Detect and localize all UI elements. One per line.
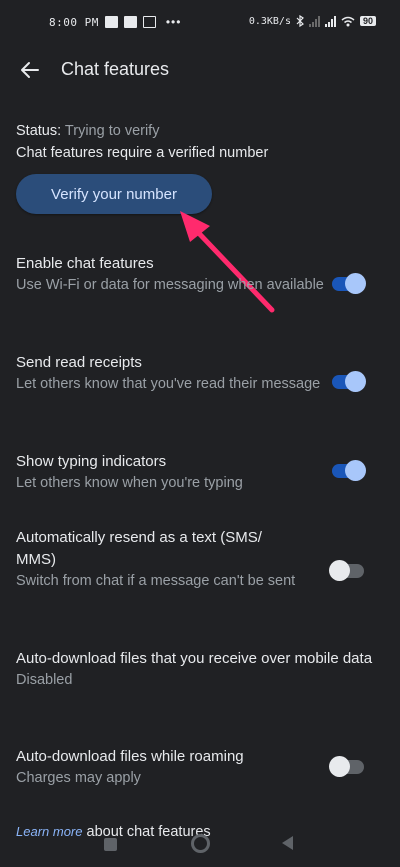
battery-icon: 90 (359, 16, 376, 26)
wifi-icon (341, 16, 355, 26)
setting-subtitle: Let others know when you're typing (16, 475, 243, 491)
setting-show-typing-indicators[interactable]: Show typing indicators Let others know w… (16, 451, 384, 494)
enable-chat-features-toggle[interactable] (332, 273, 366, 294)
signal-icon (324, 15, 336, 27)
auto-resend-toggle[interactable] (329, 560, 364, 581)
clock: 8:00 PM (49, 15, 99, 29)
setting-title: Show typing indicators (16, 453, 167, 470)
typing-indicators-toggle[interactable] (332, 460, 366, 481)
system-nav-bar (0, 830, 400, 867)
setting-subtitle: Charges may apply (16, 770, 141, 786)
back-nav-icon[interactable] (282, 836, 293, 850)
app-bar: Chat features (0, 50, 400, 90)
auto-download-roaming-toggle[interactable] (329, 756, 364, 777)
status-label: Status: (16, 123, 62, 139)
signal-icon (308, 15, 320, 27)
status-value: Trying to verify (64, 123, 160, 139)
setting-subtitle: Let others know that you've read their m… (16, 376, 321, 392)
network-speed: 0.3KB/s (248, 15, 291, 27)
notification-icon (104, 16, 118, 28)
bluetooth-icon (296, 15, 304, 27)
arrow-back-icon[interactable] (18, 58, 42, 82)
setting-auto-resend-sms[interactable]: Automatically resend as a text (SMS/ MMS… (16, 527, 384, 592)
page-title: Chat features (61, 59, 170, 79)
setting-title: Auto-download files while roaming (16, 748, 244, 765)
home-icon[interactable] (191, 834, 210, 853)
setting-title: Automatically resend as a text (SMS/ MMS… (16, 529, 262, 568)
setting-enable-chat-features[interactable]: Enable chat features Use Wi-Fi or data f… (16, 253, 384, 296)
setting-subtitle: Disabled (16, 672, 73, 688)
status-description: Chat features require a verified number (16, 145, 269, 161)
setting-auto-download-mobile-data[interactable]: Auto-download files that you receive ove… (16, 648, 384, 691)
notification-icon (123, 16, 137, 28)
setting-auto-download-roaming[interactable]: Auto-download files while roaming Charge… (16, 746, 384, 789)
more-notifications-icon: ••• (165, 15, 182, 29)
setting-title: Auto-download files that you receive ove… (16, 650, 373, 667)
notification-icon (142, 16, 156, 28)
setting-subtitle: Use Wi-Fi or data for messaging when ava… (16, 277, 324, 293)
setting-subtitle: Switch from chat if a message can't be s… (16, 573, 296, 589)
setting-title: Enable chat features (16, 255, 154, 272)
setting-title: Send read receipts (16, 354, 142, 371)
setting-send-read-receipts[interactable]: Send read receipts Let others know that … (16, 352, 384, 395)
status-bar: 8:00 PM ••• 0.3KB/s 90 (0, 0, 400, 44)
verification-status: Status: Trying to verify Chat features r… (16, 120, 268, 164)
recents-icon[interactable] (104, 838, 117, 851)
read-receipts-toggle[interactable] (332, 371, 366, 392)
